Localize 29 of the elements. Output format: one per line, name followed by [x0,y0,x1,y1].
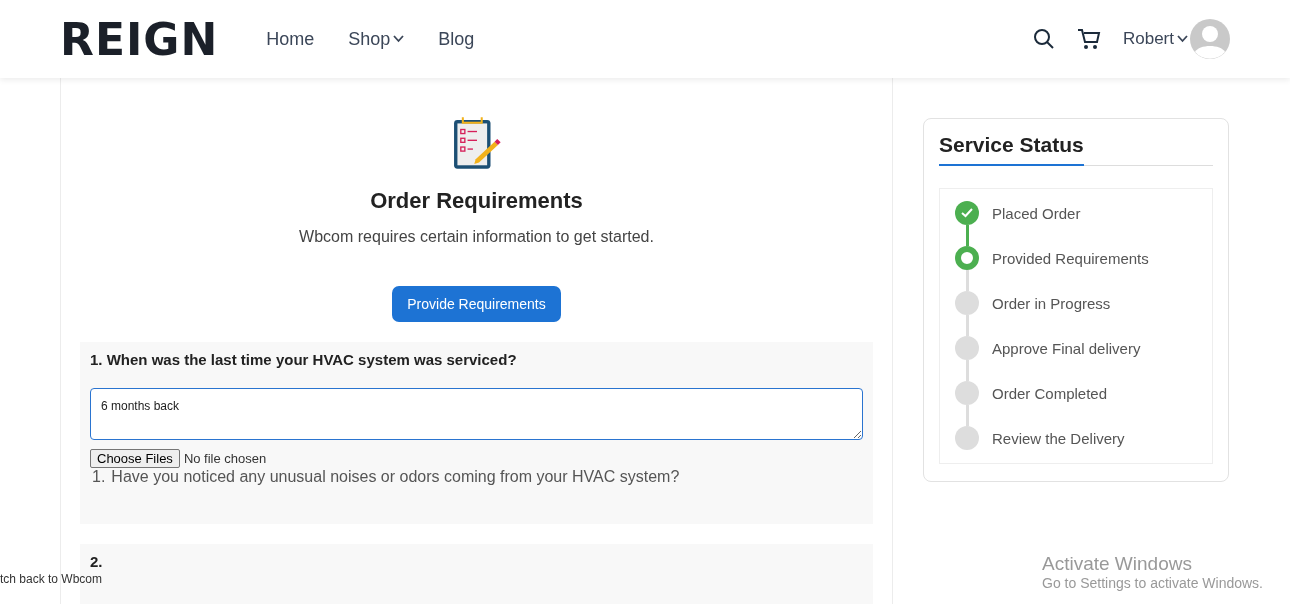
provide-requirements-button[interactable]: Provide Requirements [392,286,561,322]
file-status: No file chosen [183,451,267,466]
choose-files-button[interactable]: Choose Files [90,449,180,468]
answer-field[interactable]: 6 months back [90,388,863,440]
user-menu[interactable]: Robert [1122,29,1188,49]
page-subtitle: Wbcom requires certain information to get started. [299,228,654,246]
activation-title: Activate Windows [1042,553,1193,575]
caret-icon [1177,35,1188,43]
nav-link[interactable]: Home [262,28,319,50]
card-title: Service Status [939,133,1084,166]
list-number: 1. [92,468,106,486]
step-label: Order in Progress [992,294,1111,312]
step-label: Order Completed [992,384,1108,402]
page-title: Order Requirements [370,188,583,214]
switch-back-link[interactable]: tch back to Wbcom [0,572,103,586]
step-label: Placed Order [992,204,1081,222]
activation-message: Go to Settings to activate Windows. [1042,575,1263,591]
search-icon[interactable] [1032,28,1055,50]
nav-link[interactable]: Shop [344,28,409,50]
question-label: 1. When was the last time your HVAC system was serviced? [90,351,518,368]
site-logo[interactable]: REIGN [60,13,219,65]
step-label: Approve Final delivery [992,339,1141,357]
cart-icon[interactable] [1076,28,1101,50]
step-label: Review the Delivery [992,429,1125,447]
nav-link[interactable]: Blog [434,28,479,50]
step-label: Provided Requirements [992,249,1149,267]
follow-up-question: Have you noticed any unusual noises or odors coming from your HVAC system? [111,468,680,486]
question-label: 2. [90,553,104,570]
check-icon [961,208,973,218]
